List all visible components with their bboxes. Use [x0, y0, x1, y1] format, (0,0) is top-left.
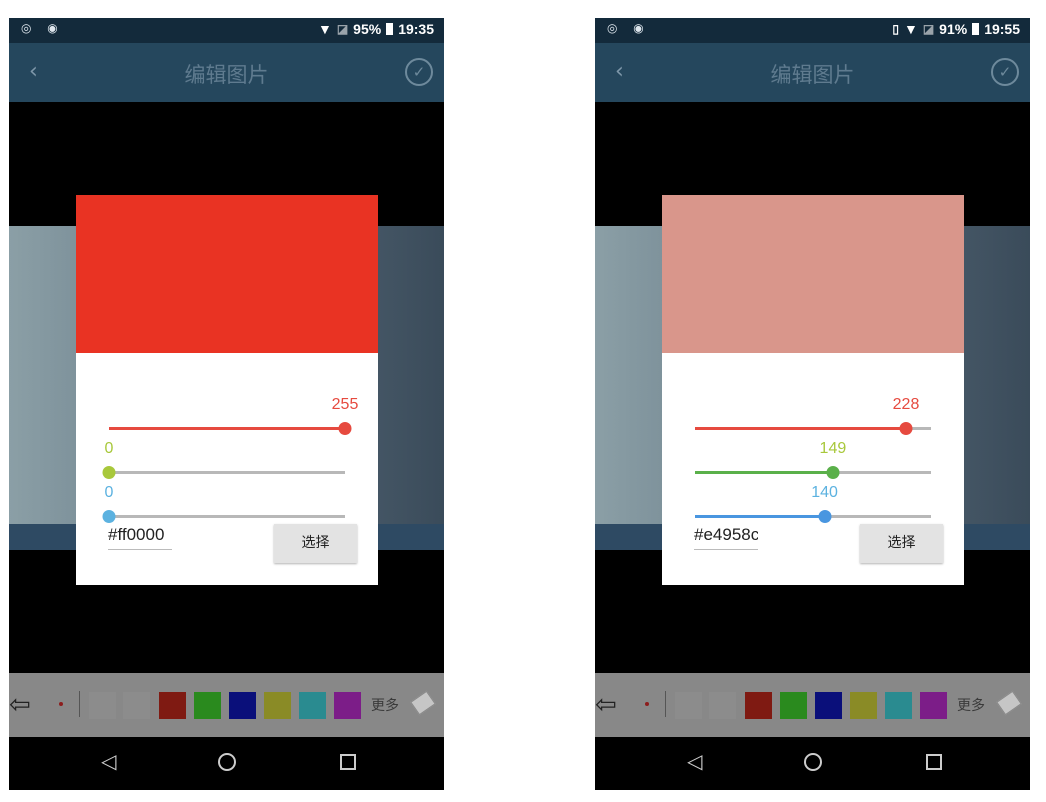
red-slider-thumb[interactable] [899, 422, 913, 435]
vibrate-icon: ▯ [892, 22, 899, 36]
color-preview [76, 195, 378, 353]
blue-value: 140 [811, 484, 838, 501]
status-bar: ◎ ◉ ▼ ◪ 95% 19:35 [9, 18, 444, 43]
green-slider-row: 0 [102, 440, 345, 480]
wifi-icon: ▼ [317, 21, 332, 37]
swatch-2[interactable] [159, 692, 186, 719]
red-value: 228 [892, 396, 920, 413]
swatch-6[interactable] [299, 692, 326, 719]
green-value: 149 [819, 440, 847, 457]
color-picker-dialog: 228 149 140 #e4958c 选择 [662, 195, 964, 585]
choose-button[interactable]: 选择 [860, 524, 943, 563]
toolbar-divider [79, 691, 80, 717]
hex-input[interactable]: #ff0000 [108, 525, 172, 550]
app-bar: ‹ 编辑图片 ✓ [9, 43, 444, 102]
nav-back-icon[interactable]: ◁ [101, 749, 116, 773]
battery-percent: 91% [939, 21, 968, 37]
red-slider-thumb[interactable] [338, 422, 352, 435]
swatch-3[interactable] [194, 692, 221, 719]
red-slider-row: 228 [695, 396, 931, 436]
swatch-2[interactable] [745, 692, 772, 719]
toolbar-divider [665, 691, 666, 717]
green-value: 0 [104, 440, 114, 457]
brush-size-dot[interactable] [59, 702, 63, 706]
undo-icon[interactable]: ⇦ [9, 690, 31, 720]
blue-slider-row: 0 [102, 484, 345, 524]
drawing-toolbar: ⇦ 更多 [9, 673, 444, 737]
brush-size-dot[interactable] [645, 702, 649, 706]
drawing-toolbar: ⇦ 更多 [595, 673, 1030, 737]
battery-icon [386, 23, 394, 35]
swatch-7[interactable] [920, 692, 947, 719]
color-preview [662, 195, 964, 353]
swatch-0[interactable] [89, 692, 116, 719]
no-signal-icon: ◪ [336, 22, 349, 36]
swatch-0[interactable] [675, 692, 702, 719]
battery-icon [972, 23, 980, 35]
hex-input[interactable]: #e4958c [694, 525, 758, 550]
green-slider-thumb[interactable] [102, 466, 116, 479]
status-bar: ◎ ◉ ▯ ▼ ◪ 91% 19:55 [595, 18, 1030, 43]
undo-icon[interactable]: ⇦ [595, 690, 617, 720]
phone-screen-right: ◎ ◉ ▯ ▼ ◪ 91% 19:55 ‹ 编辑图片 ✓ 228 149 140… [595, 18, 1030, 790]
choose-button[interactable]: 选择 [274, 524, 357, 563]
no-signal-icon: ◪ [922, 22, 935, 36]
wifi-icon: ▼ [903, 21, 918, 37]
blue-slider-thumb[interactable] [818, 510, 832, 523]
nav-home-icon[interactable] [218, 753, 236, 771]
green-slider-fill [695, 471, 833, 474]
eraser-icon[interactable] [410, 690, 436, 716]
swatch-1[interactable] [709, 692, 736, 719]
status-right: ▯ ▼ ◪ 91% 19:55 [892, 21, 1020, 37]
red-value: 255 [331, 396, 359, 413]
system-nav-bar: ◁ [595, 737, 1030, 790]
swatch-5[interactable] [850, 692, 877, 719]
swatch-7[interactable] [334, 692, 361, 719]
system-nav-bar: ◁ [9, 737, 444, 790]
clock: 19:55 [984, 21, 1020, 37]
clock: 19:35 [398, 21, 434, 37]
status-left-icons: ◎ ◉ [607, 21, 650, 35]
swatch-3[interactable] [780, 692, 807, 719]
green-slider-track[interactable] [109, 471, 345, 474]
page-title: 编辑图片 [770, 63, 855, 87]
nav-recent-icon[interactable] [926, 754, 942, 770]
eraser-icon[interactable] [996, 690, 1022, 716]
swatch-1[interactable] [123, 692, 150, 719]
nav-home-icon[interactable] [804, 753, 822, 771]
red-slider-row: 255 [109, 396, 358, 436]
confirm-check-icon[interactable]: ✓ [991, 58, 1019, 86]
swatch-4[interactable] [229, 692, 256, 719]
more-colors-button[interactable]: 更多 [957, 695, 985, 715]
battery-percent: 95% [353, 21, 382, 37]
red-slider-fill [109, 427, 345, 430]
confirm-check-icon[interactable]: ✓ [405, 58, 433, 86]
phone-screen-left: ◎ ◉ ▼ ◪ 95% 19:35 ‹ 编辑图片 ✓ 255 0 0 #ff00… [9, 18, 444, 790]
blue-value: 0 [104, 484, 114, 501]
swatch-5[interactable] [264, 692, 291, 719]
status-left-icons: ◎ ◉ [21, 21, 64, 35]
nav-back-icon[interactable]: ◁ [687, 749, 702, 773]
swatch-6[interactable] [885, 692, 912, 719]
blue-slider-thumb[interactable] [102, 510, 116, 523]
page-title: 编辑图片 [184, 63, 269, 87]
green-slider-thumb[interactable] [826, 466, 840, 479]
swatch-4[interactable] [815, 692, 842, 719]
more-colors-button[interactable]: 更多 [371, 695, 399, 715]
blue-slider-fill [695, 515, 825, 518]
app-bar: ‹ 编辑图片 ✓ [595, 43, 1030, 102]
blue-slider-track[interactable] [109, 515, 345, 518]
nav-recent-icon[interactable] [340, 754, 356, 770]
status-right: ▼ ◪ 95% 19:35 [313, 21, 434, 37]
blue-slider-row: 140 [695, 484, 931, 524]
green-slider-row: 149 [695, 440, 931, 480]
color-picker-dialog: 255 0 0 #ff0000 选择 [76, 195, 378, 585]
red-slider-fill [695, 427, 906, 430]
